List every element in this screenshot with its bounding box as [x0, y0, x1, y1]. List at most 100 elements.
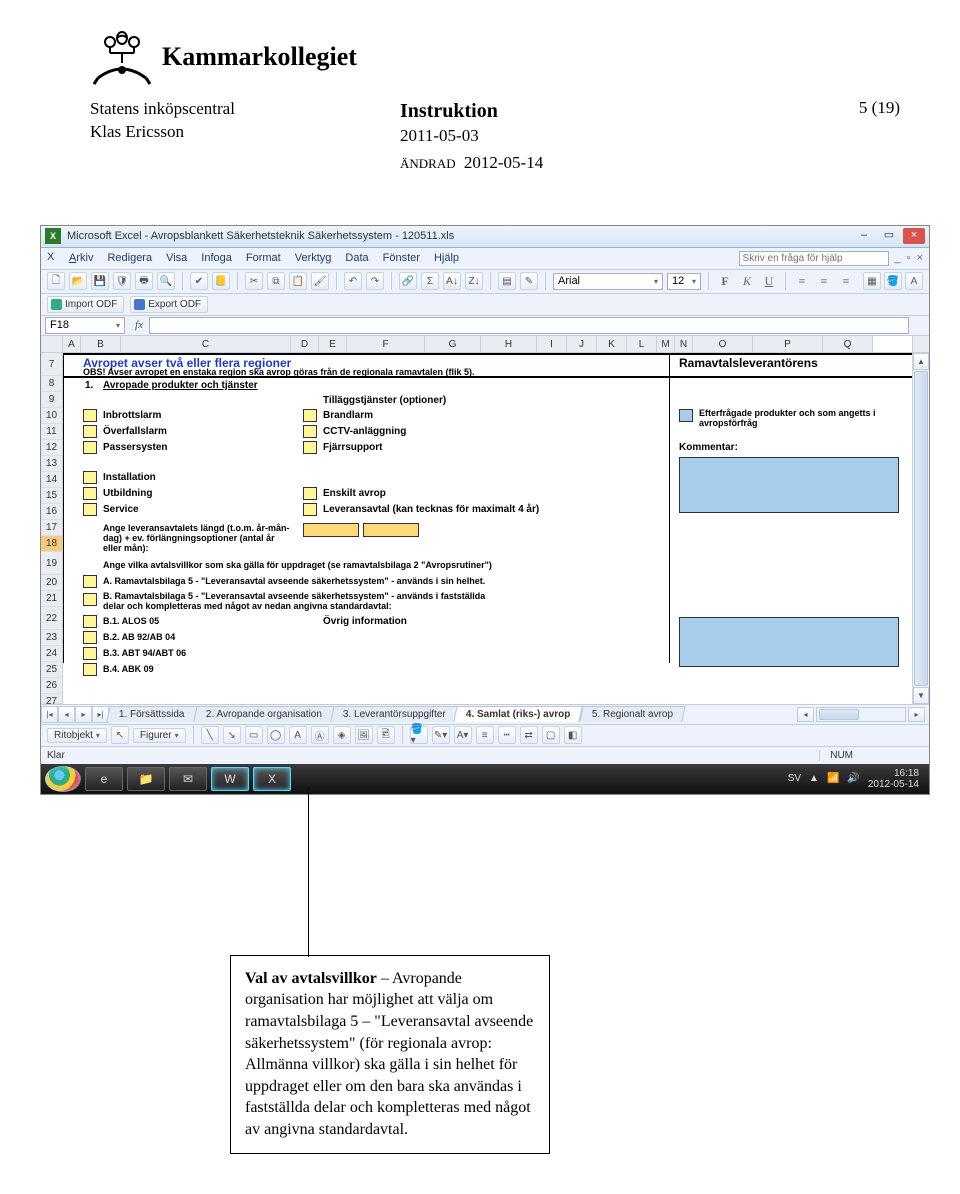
font-color-shape-icon[interactable]: A▾ [454, 726, 472, 744]
format-painter-icon[interactable]: 🖌 [311, 272, 329, 290]
menu-infoga[interactable]: Infoga [201, 252, 232, 264]
drawing-toolbar-icon[interactable]: ✎ [520, 272, 538, 290]
menu-visa[interactable]: Visa [166, 252, 187, 264]
column-headers[interactable]: AB CD EF GH IJ KL MN OP Q [63, 336, 912, 353]
checkbox-fjarrsupport[interactable] [303, 441, 317, 454]
name-box[interactable]: F18▾ [45, 317, 125, 334]
start-button[interactable] [45, 766, 81, 792]
horizontal-scrollbar[interactable]: ◂ ▸ [684, 707, 929, 722]
worksheet-cells[interactable]: Avropet avser två eller flera regioner O… [63, 353, 912, 670]
sort-asc-icon[interactable]: A↓ [443, 272, 461, 290]
align-center-icon[interactable]: ≡ [815, 272, 833, 290]
chart-icon[interactable]: ▤ [498, 272, 516, 290]
doc-minimize-button[interactable]: _ [895, 252, 901, 264]
arrow-style-icon[interactable]: ⇄ [520, 726, 538, 744]
permission-icon[interactable]: 🛡 [113, 272, 131, 290]
select-objects-icon[interactable]: ↖ [111, 726, 129, 744]
dash-style-icon[interactable]: ┅ [498, 726, 516, 744]
checkbox-b1[interactable] [83, 615, 97, 628]
sheet-tab-2[interactable]: 2. Avropande organisation [193, 706, 334, 722]
save-icon[interactable]: 💾 [91, 272, 109, 290]
tab-prev-icon[interactable]: ◂ [58, 706, 75, 723]
lev-input-2[interactable] [363, 523, 419, 537]
line-style-icon[interactable]: ≡ [476, 726, 494, 744]
sort-desc-icon[interactable]: Z↓ [465, 272, 483, 290]
open-icon[interactable]: 📂 [69, 272, 87, 290]
arrow-icon[interactable]: ↘ [223, 726, 241, 744]
borders-icon[interactable]: ▦ [863, 272, 881, 290]
print-icon[interactable]: 🖶 [135, 272, 153, 290]
redo-icon[interactable]: ↷ [366, 272, 384, 290]
menu-arkiv[interactable]: Arkiv [69, 252, 93, 264]
checkbox-cctv[interactable] [303, 425, 317, 438]
scroll-down-icon[interactable]: ▼ [913, 687, 929, 704]
hscroll-left-icon[interactable]: ◂ [797, 707, 814, 722]
tray-network-icon[interactable]: 📶 [827, 773, 839, 784]
checkbox-b2[interactable] [83, 631, 97, 644]
diagram-icon[interactable]: ◈ [333, 726, 351, 744]
vertical-scrollbar[interactable]: ▲ ▼ [912, 353, 929, 704]
print-preview-icon[interactable]: 🔍 [157, 272, 175, 290]
menu-verktyg[interactable]: Verktyg [295, 252, 332, 264]
sheet-tab-3[interactable]: 3. Leverantörsuppgifter [330, 706, 458, 722]
fx-icon[interactable]: fx [135, 319, 143, 331]
textbox-icon[interactable]: A [289, 726, 307, 744]
help-search-input[interactable] [739, 251, 889, 266]
taskbar-ie-icon[interactable]: e [85, 767, 123, 791]
lev-input-1[interactable] [303, 523, 359, 537]
checkbox-b4[interactable] [83, 663, 97, 676]
shadow-icon[interactable]: ▢ [542, 726, 560, 744]
menu-format[interactable]: Format [246, 252, 281, 264]
kommentar-field[interactable] [679, 457, 899, 513]
hscroll-right-icon[interactable]: ▸ [908, 707, 925, 722]
checkbox-enskilt[interactable] [303, 487, 317, 500]
taskbar-word-icon[interactable]: W [211, 767, 249, 791]
select-all-corner[interactable] [41, 336, 63, 353]
italic-button[interactable]: K [738, 272, 756, 290]
menu-hjalp[interactable]: Hjälp [434, 252, 459, 264]
figurer-menu[interactable]: Figurer ▾ [133, 728, 186, 743]
font-color-icon[interactable]: A [905, 272, 923, 290]
copy-icon[interactable]: ⧉ [267, 272, 285, 290]
checkbox-leveransavtal[interactable] [303, 503, 317, 516]
workbook-icon[interactable]: X [47, 251, 61, 265]
checkbox-opt-a[interactable] [83, 575, 97, 588]
sheet-tab-4[interactable]: 4. Samlat (riks-) avrop [454, 706, 584, 722]
doc-restore-button[interactable]: ▫ [907, 252, 911, 264]
maximize-button[interactable]: ▭ [878, 228, 900, 244]
tab-next-icon[interactable]: ▸ [75, 706, 92, 723]
research-icon[interactable]: 📒 [212, 272, 230, 290]
taskbar-outlook-icon[interactable]: ✉ [169, 767, 207, 791]
checkbox-installation[interactable] [83, 471, 97, 484]
cut-icon[interactable]: ✂ [245, 272, 263, 290]
import-odf-button[interactable]: Import ODF [47, 296, 124, 313]
autosum-icon[interactable]: Σ [421, 272, 439, 290]
font-name-select[interactable]: Arial▾ [553, 273, 663, 290]
hyperlink-icon[interactable]: 🔗 [399, 272, 417, 290]
font-size-select[interactable]: 12▾ [667, 273, 701, 290]
line-icon[interactable]: ╲ [201, 726, 219, 744]
align-right-icon[interactable]: ≡ [837, 272, 855, 290]
ritobjekt-menu[interactable]: Ritobjekt ▾ [47, 728, 107, 743]
new-icon[interactable]: 🗋 [47, 272, 65, 290]
menu-data[interactable]: Data [345, 252, 368, 264]
scroll-up-icon[interactable]: ▲ [913, 353, 929, 370]
3d-icon[interactable]: ◧ [564, 726, 582, 744]
row-headers[interactable]: 7 8 9 10 11 12 13 14 15 16 17 18 19 20 2… [41, 353, 63, 704]
formula-input[interactable] [149, 317, 909, 334]
minimize-button[interactable]: – [853, 228, 875, 244]
paste-icon[interactable]: 📋 [289, 272, 307, 290]
export-odf-button[interactable]: Export ODF [130, 296, 208, 313]
bold-button[interactable]: F [716, 272, 734, 290]
checkbox-passersystem[interactable] [83, 441, 97, 454]
checkbox-b3[interactable] [83, 647, 97, 660]
tray-flag-icon[interactable]: ▲ [809, 773, 819, 784]
underline-button[interactable]: U [760, 272, 778, 290]
tab-first-icon[interactable]: |◂ [41, 706, 58, 723]
tray-lang[interactable]: SV [788, 773, 801, 784]
doc-close-button[interactable]: × [917, 252, 923, 264]
checkbox-opt-b[interactable] [83, 593, 97, 606]
tray-sound-icon[interactable]: 🔊 [847, 773, 859, 784]
checkbox-utbildning[interactable] [83, 487, 97, 500]
clipart-icon[interactable]: 🖼 [355, 726, 373, 744]
